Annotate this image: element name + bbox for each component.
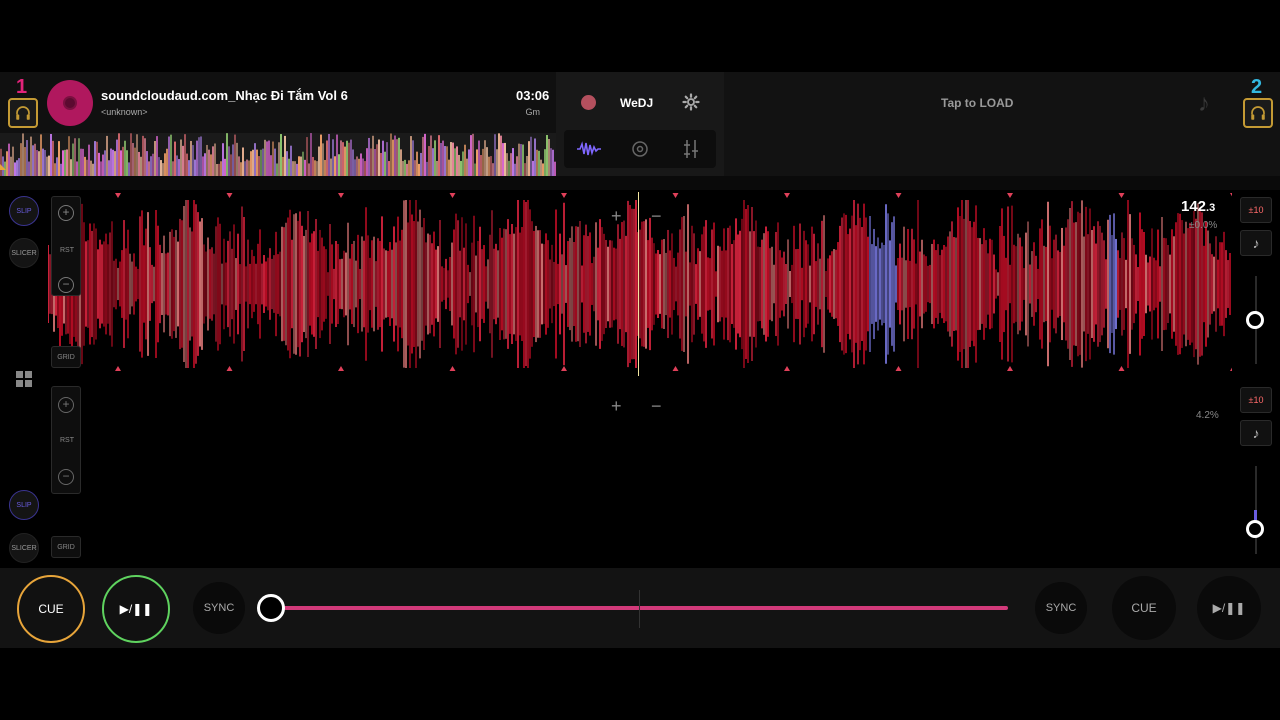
deck2-rst-button[interactable]: RST xyxy=(60,437,74,444)
deck1-grid-button[interactable]: GRID xyxy=(51,346,81,368)
deck2-slicer-button[interactable]: SLICER xyxy=(9,533,39,563)
pads-grid-icon[interactable] xyxy=(14,369,34,394)
deck1-zoom-in-icon[interactable]: + xyxy=(611,206,622,227)
deck2-slip-button[interactable]: SLIP xyxy=(9,490,39,520)
deck2-play-pause-button[interactable]: ▶/❚❚ xyxy=(1197,576,1261,640)
zoom-in-icon[interactable]: + xyxy=(58,205,74,221)
deck2-zoom-in-icon[interactable]: + xyxy=(611,396,622,417)
deck1-slicer-button[interactable]: SLICER xyxy=(9,238,39,268)
deck2-sync-button[interactable]: SYNC xyxy=(1035,582,1087,634)
deck1-bpm-int: 142 xyxy=(1181,198,1207,215)
deck1-remaining-time: 03:06 xyxy=(516,88,550,103)
deck2-pitch-value: 4.2% xyxy=(1196,410,1219,421)
deck1-track-title: soundcloudaud.com_Nhạc Đi Tắm Vol 6 xyxy=(101,88,348,103)
mixer-mode-icon[interactable] xyxy=(666,130,716,168)
view-mode-bar xyxy=(564,130,716,168)
deck1-key-lock-button[interactable]: ♪ xyxy=(1240,230,1272,256)
deck1-key: Gm xyxy=(525,107,541,117)
deck2-pitch-slider-fill xyxy=(1254,510,1257,520)
deck2-zoom-out-icon[interactable]: − xyxy=(651,396,662,417)
deck2-tap-to-load[interactable]: Tap to LOAD xyxy=(941,96,1013,110)
headphone-icon xyxy=(1251,106,1265,120)
app-brand: WeDJ xyxy=(620,96,654,110)
deck2-pitch-range-button[interactable]: ±10 xyxy=(1240,387,1272,413)
deck1-play-pause-button[interactable]: ▶/❚❚ xyxy=(102,575,170,643)
deck2-music-note-icon: ♪ xyxy=(1198,90,1210,117)
deck2-cue-button[interactable]: CUE xyxy=(1112,576,1176,640)
zoom-out-icon[interactable]: − xyxy=(58,277,74,293)
deck2-headphone-cue-button[interactable] xyxy=(1243,98,1273,128)
dj-app: 1 soundcloudaud.com_Nhạc Đi Tắm Vol 6 <u… xyxy=(0,0,1280,720)
crossfader-center-mark xyxy=(639,590,640,628)
music-note-icon: ♪ xyxy=(1252,425,1260,441)
deck1-pitch-slider-knob[interactable] xyxy=(1246,311,1264,329)
deck2-header[interactable]: Tap to LOAD ♪ xyxy=(724,72,1280,176)
deck1-number: 1 xyxy=(16,76,28,98)
zoom-in-icon[interactable]: + xyxy=(58,397,74,413)
deck1-headphone-cue-button[interactable] xyxy=(8,98,38,128)
deck1-cue-button[interactable]: CUE xyxy=(17,575,85,643)
deck2-key-lock-button[interactable]: ♪ xyxy=(1240,420,1272,446)
deck1-slip-button[interactable]: SLIP xyxy=(9,196,39,226)
record-icon[interactable] xyxy=(581,95,596,110)
deck1-zoom-out-icon[interactable]: − xyxy=(651,206,662,227)
deck1-playhead xyxy=(638,192,639,376)
deck2-grid-button[interactable]: GRID xyxy=(51,536,81,558)
deck1-rst-button[interactable]: RST xyxy=(60,247,74,254)
deck2-zoom-column: + RST − xyxy=(51,386,81,494)
deck2-number: 2 xyxy=(1251,76,1263,98)
deck1-pitch-range-button[interactable]: ±10 xyxy=(1240,197,1272,223)
deck1-main-waveform[interactable] xyxy=(47,192,1236,372)
deck1-zoom-column: + RST − xyxy=(51,196,81,296)
jog-mode-icon[interactable] xyxy=(615,130,665,168)
settings-icon[interactable] xyxy=(682,93,700,116)
deck1-bpm: 142.3 xyxy=(1181,198,1215,216)
deck1-position-marker xyxy=(0,164,6,170)
deck1-bpm-dec: .3 xyxy=(1206,202,1216,214)
waveform-mode-icon[interactable] xyxy=(564,130,614,168)
separator xyxy=(0,176,1280,190)
center-panel: WeDJ xyxy=(556,72,724,176)
deck1-sync-button[interactable]: SYNC xyxy=(193,582,245,634)
deck2-pitch-slider-knob[interactable] xyxy=(1246,520,1264,538)
zoom-out-icon[interactable]: − xyxy=(58,469,74,485)
headphone-icon xyxy=(16,106,30,120)
deck1-track-artist: <unknown> xyxy=(101,107,148,117)
deck1-pitch-value: ±0.0% xyxy=(1189,220,1218,231)
crossfader-knob[interactable] xyxy=(257,594,285,622)
deck1-disc-icon[interactable] xyxy=(47,80,93,126)
music-note-icon: ♪ xyxy=(1252,235,1260,251)
deck1-overview-waveform[interactable] xyxy=(0,133,556,176)
